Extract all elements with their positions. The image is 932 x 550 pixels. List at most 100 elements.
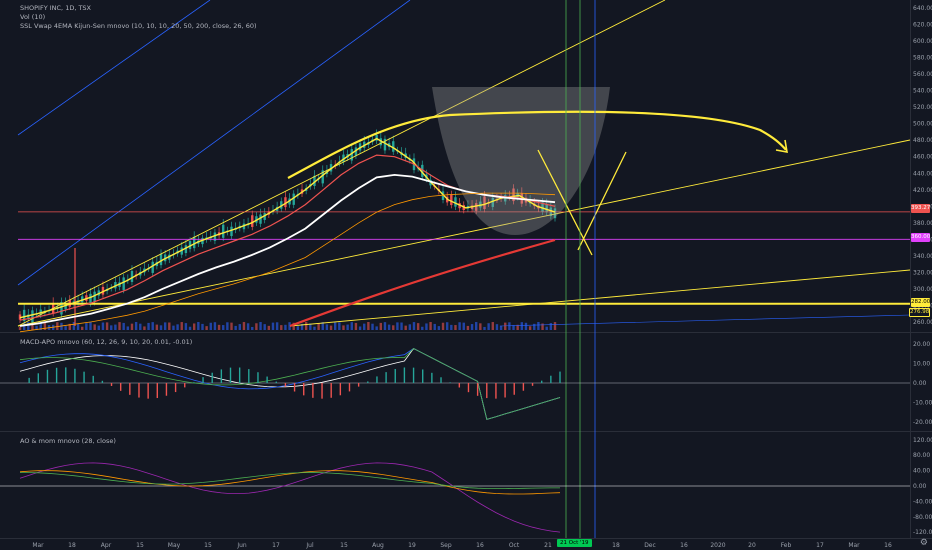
yellow-box-tag: 276.98	[909, 308, 930, 317]
volume-bar	[209, 322, 212, 330]
volume-bar	[367, 322, 370, 330]
date-highlight: 21 Oct '19	[557, 539, 592, 547]
volume-bar	[433, 323, 436, 330]
macd-tick-label: 10.00	[913, 360, 930, 367]
volume-bar	[396, 322, 399, 330]
volume-bar	[371, 323, 374, 330]
volume-bar	[126, 326, 130, 330]
volume-bar	[217, 324, 221, 330]
volume-bar	[105, 322, 109, 330]
candle-body	[89, 293, 92, 304]
symbol-title: SHOPIFY INC, 1D, TSX	[20, 4, 92, 12]
price-tick-label: 580.00	[913, 55, 932, 62]
yellow-level-tag: 282.00	[911, 298, 931, 307]
volume-bar	[43, 322, 47, 330]
candle-body	[93, 291, 96, 303]
volume-bar	[425, 323, 428, 330]
volume-bar	[85, 323, 88, 330]
macd-tick-label: -10.00	[913, 400, 932, 407]
volume-bar	[375, 326, 378, 330]
volume-bar	[275, 322, 279, 330]
volume-bar	[383, 322, 387, 330]
price-tick-label: 260.00	[913, 319, 932, 326]
volume-bar	[491, 322, 494, 330]
price-tick-label: 440.00	[913, 170, 932, 177]
candle-body	[130, 270, 134, 282]
volume-bar	[313, 326, 316, 330]
volume-bar	[354, 322, 358, 330]
volume-bar	[524, 322, 528, 330]
volume-bar	[350, 322, 353, 330]
volume-bar	[201, 323, 204, 330]
ao-tick-label: 40.00	[913, 468, 930, 475]
volume-bar	[89, 322, 92, 330]
volume-bar	[450, 324, 453, 330]
candle-body	[392, 141, 395, 152]
ao-tick-label: 80.00	[913, 452, 930, 459]
date-tick-label: May	[168, 542, 181, 549]
volume-bar	[504, 322, 507, 330]
volume-bar	[130, 323, 134, 330]
price-tick-label: 620.00	[913, 22, 932, 29]
date-tick-label: 16	[680, 542, 688, 549]
volume-bar	[363, 323, 366, 330]
volume-bar	[139, 323, 142, 330]
volume-bar	[226, 322, 229, 330]
volume-bar	[379, 322, 383, 330]
volume-bar	[462, 322, 465, 330]
volume-bar	[251, 326, 254, 330]
date-tick-label: 15	[136, 542, 144, 549]
volume-bar	[263, 324, 266, 330]
date-tick-label: 16	[884, 542, 892, 549]
volume-bar	[325, 324, 329, 330]
chart-canvas[interactable]: 640.00 620.00 600.00 580.00 560.00 540.00 520.…	[0, 0, 932, 550]
volume-bar	[205, 326, 208, 330]
volume-bar	[143, 326, 146, 330]
volume-bar	[76, 323, 80, 330]
date-tick-label: Jun	[236, 542, 247, 549]
ao-tick-label: -120.00	[913, 529, 932, 536]
price-tick-label: 420.00	[913, 187, 932, 194]
ao-tick-label: -40.00	[913, 498, 932, 505]
volume-bar	[97, 325, 100, 330]
volume-bar	[541, 323, 544, 330]
date-tick-label: Mar	[848, 542, 860, 549]
volume-bar	[134, 322, 138, 330]
macd-pane[interactable]	[0, 333, 910, 431]
volume-bar	[475, 322, 478, 330]
date-tick-label: Apr	[101, 542, 112, 549]
volume-bar	[317, 323, 320, 330]
volume-bar	[163, 322, 167, 330]
volume-bar	[184, 323, 188, 330]
date-tick-label: 17	[816, 542, 824, 549]
ao-tick-label: 0.00	[913, 483, 927, 490]
candle-body	[251, 215, 254, 227]
candle-body	[31, 310, 34, 323]
volume-bar	[151, 322, 154, 330]
ao-pane[interactable]	[0, 432, 910, 538]
volume-bar	[81, 326, 84, 330]
date-tick-label: 15	[340, 542, 348, 549]
volume-bar	[508, 322, 511, 330]
date-tick-label: 18	[612, 542, 620, 549]
volume-bar	[466, 325, 470, 330]
candle-body	[122, 277, 125, 290]
volume-bar	[197, 322, 200, 330]
ao-tick-label: 120.00	[913, 437, 932, 444]
volume-bar	[445, 322, 449, 330]
gear-icon[interactable]: ⚙	[920, 538, 928, 548]
volume-bar	[267, 325, 271, 330]
date-tick-label: 21	[544, 542, 552, 549]
volume-bar	[180, 322, 183, 330]
volume-bar	[284, 324, 287, 330]
price-tick-label: 520.00	[913, 104, 932, 111]
date-axis: Mar 18 Apr 15 May 15 Jun 17 Jul 15 Aug 19 Sep 16 Oct 21…	[32, 542, 892, 549]
candle-body	[230, 226, 233, 237]
volume-bar	[147, 322, 150, 330]
macd-tick-label: -20.00	[913, 419, 932, 426]
volume-bar	[296, 326, 300, 330]
candle-body	[450, 194, 453, 206]
volume-bar	[110, 325, 113, 330]
magenta-level-tag: 360.00	[911, 233, 931, 242]
volume-bar	[101, 322, 105, 330]
